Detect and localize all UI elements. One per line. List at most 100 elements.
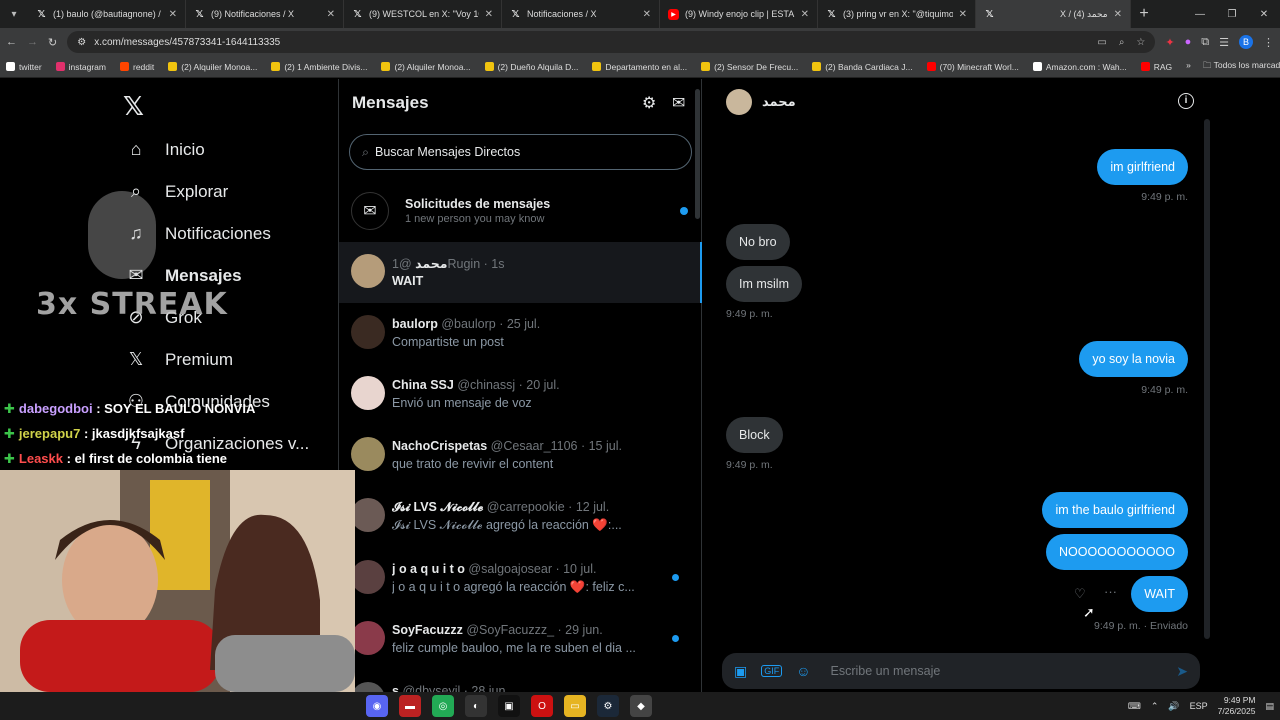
gif-icon[interactable]: GIF <box>761 665 783 677</box>
app-icon[interactable]: ◆ <box>630 695 652 717</box>
maximize-icon[interactable]: ❐ <box>1216 0 1248 28</box>
conversation-item[interactable]: j o a q u i t o @salgoajosear · 10 jul. j… <box>339 548 702 609</box>
opera-icon[interactable]: O <box>531 695 553 717</box>
steam-icon[interactable]: ⚙ <box>597 695 619 717</box>
new-tab-button[interactable]: + <box>1131 5 1157 23</box>
star-icon[interactable]: ☆ <box>1136 37 1145 48</box>
message-bubble[interactable]: Im msilm <box>726 266 802 302</box>
capcut-icon[interactable]: ▣ <box>498 695 520 717</box>
bookmark-item[interactable]: twitter <box>6 62 42 72</box>
conversation-item[interactable]: محمد @1Rugin · 1s WAIT <box>339 242 702 303</box>
bookmark-item[interactable]: reddit <box>120 62 154 72</box>
browser-tab[interactable]: 𝕏(9) WESTCOL en X: "Voy 100Mil✕ <box>344 0 502 28</box>
close-icon[interactable]: ✕ <box>643 9 651 20</box>
zoom-icon[interactable]: ⌕ <box>1119 37 1125 48</box>
conversation-item[interactable]: 𝓘𝓼𝓲 LVS 𝓝𝓲𝓬𝓸𝓵𝓵𝓮 @carrepookie · 12 jul. 𝓘𝓼… <box>339 486 702 547</box>
nav-item-premium[interactable]: 𝕏 Premium <box>125 349 233 370</box>
bookmark-item[interactable]: RAG <box>1140 62 1172 72</box>
close-icon[interactable]: ✕ <box>485 9 493 20</box>
chrome-icon[interactable]: ◎ <box>432 695 454 717</box>
emoji-icon[interactable]: ☺ <box>796 663 810 679</box>
forward-icon[interactable]: → <box>27 36 38 48</box>
address-bar[interactable]: ⚙ x.com/messages/457873341-1644113335 ▭ … <box>67 31 1156 53</box>
browser-tab[interactable]: 𝕏(3) pring vr en X: "@tiquimoren✕ <box>818 0 976 28</box>
x-logo-icon: 𝕏 <box>195 8 204 20</box>
info-icon[interactable]: i <box>1178 93 1194 109</box>
message-bubble[interactable]: Block <box>726 417 783 453</box>
bookmark-item[interactable]: (2) Alquiler Monoa... <box>381 62 471 72</box>
file-explorer-icon[interactable]: ▭ <box>564 695 586 717</box>
scrollbar[interactable] <box>695 89 700 219</box>
keyboard-icon[interactable]: ⌨ <box>1128 701 1141 712</box>
browser-tab[interactable]: 𝕏 (1) baulo (@bautiagnone) / X ✕ <box>28 0 186 28</box>
bookmark-item[interactable]: Amazon.com : Wah... <box>1032 62 1127 72</box>
close-icon[interactable]: ✕ <box>169 9 177 20</box>
extension-icon[interactable]: ● <box>1185 36 1192 48</box>
gear-icon[interactable]: ⚙ <box>642 93 656 113</box>
conversation-item[interactable]: baulorp @baulorp · 25 jul. Compartiste un… <box>339 303 702 364</box>
stream-chat-overlay: ✚ dabegodboi : SOY EL BAULO NONVIA ✚ jerep… <box>0 398 340 473</box>
close-window-icon[interactable]: ✕ <box>1248 0 1280 28</box>
nav-item-home[interactable]: ⌂ Inicio <box>125 139 205 160</box>
sidebar-icon[interactable]: ☰ <box>1219 36 1229 49</box>
scrollbar[interactable] <box>1204 119 1210 639</box>
message-bubble[interactable]: No bro <box>726 224 790 260</box>
send-icon[interactable]: ➤ <box>1176 663 1188 680</box>
all-bookmarks-folder[interactable]: 🗀 Todos los marcadores <box>1203 60 1280 74</box>
conversation-item[interactable]: SoyFacuzzz @SoyFacuzzz_ · 29 jun. feliz c… <box>339 609 702 670</box>
obs-icon[interactable]: ◐ <box>465 695 487 717</box>
minimize-icon[interactable]: — <box>1184 0 1216 28</box>
browser-tab[interactable]: 𝕏 (9) Notificaciones / X ✕ <box>186 0 344 28</box>
bookmark-item[interactable]: instagram <box>55 62 106 72</box>
conversation-item[interactable]: China SSJ @chinassj · 20 jul. Envió un me… <box>339 364 702 425</box>
search-input[interactable]: ⌕ Buscar Mensajes Directos <box>349 134 692 170</box>
image-icon[interactable]: ▣ <box>734 663 747 680</box>
x-logo-icon[interactable]: 𝕏 <box>123 91 144 122</box>
bookmark-item[interactable]: (70) Minecraft Worl... <box>926 62 1019 72</box>
reload-icon[interactable]: ↻ <box>48 36 57 49</box>
message-bubble[interactable]: im the baulo girlfriend <box>1042 492 1188 528</box>
conversation-preview: Envió un mensaje de voz <box>392 396 532 410</box>
bookmark-item[interactable]: (2) Alquiler Monoa... <box>168 62 257 72</box>
add-reaction-icon[interactable]: ♡ <box>1074 586 1086 602</box>
new-message-icon[interactable]: ✉ <box>672 93 685 113</box>
conversation-item[interactable]: NachoCrispetas @Cesaar_1106 · 15 jul. que… <box>339 425 702 486</box>
site-info-icon[interactable]: ⚙ <box>77 37 86 48</box>
message-requests[interactable]: ✉ Solicitudes de mensajes 1 new person y… <box>339 182 702 240</box>
profile-avatar[interactable]: B <box>1239 35 1253 49</box>
message-bubble[interactable]: WAIT <box>1131 576 1188 612</box>
browser-tab[interactable]: 𝕏 Notificaciones / X ✕ <box>502 0 660 28</box>
menu-icon[interactable]: ⋮ <box>1263 36 1274 49</box>
voicemeeter-icon[interactable]: ▬ <box>399 695 421 717</box>
browser-tab-active[interactable]: 𝕏X / محمد (4) ✕ <box>976 0 1131 28</box>
bookmark-item[interactable]: (2) Dueño Alquila D... <box>484 62 578 72</box>
discord-icon[interactable]: ◉ <box>366 695 388 717</box>
language-indicator[interactable]: ESP <box>1190 701 1208 711</box>
tab-search-icon[interactable]: ▾ <box>0 0 28 28</box>
bookmark-item[interactable]: Departamento en al... <box>592 62 687 72</box>
cast-icon[interactable]: ▭ <box>1097 37 1106 48</box>
more-bookmarks-icon[interactable]: » <box>1186 60 1191 74</box>
notifications-icon[interactable]: ▤ <box>1265 701 1274 712</box>
close-icon[interactable]: ✕ <box>801 9 809 20</box>
message-bubble[interactable]: yo soy la novia <box>1079 341 1188 377</box>
message-bubble[interactable]: NOOOOOOOOOOO <box>1046 534 1188 570</box>
more-options-icon[interactable]: ··· <box>1104 584 1117 599</box>
extension-icon[interactable]: ✦ <box>1165 36 1174 49</box>
close-icon[interactable]: ✕ <box>959 9 967 20</box>
browser-tab[interactable]: ▶(9) Windy enojo clip | ESTAN JU✕ <box>660 0 818 28</box>
back-icon[interactable]: ← <box>6 36 17 48</box>
message-input[interactable]: Escribe un mensaje <box>831 664 1163 678</box>
bookmark-item[interactable]: (2) Sensor De Frecu... <box>701 62 798 72</box>
message-bubble[interactable]: im girlfriend <box>1097 149 1188 185</box>
message-timestamp: 9:49 p. m. <box>726 459 773 471</box>
close-icon[interactable]: ✕ <box>1114 9 1122 20</box>
conversation-header[interactable]: محمد <box>726 89 796 115</box>
close-icon[interactable]: ✕ <box>327 9 335 20</box>
chevron-up-icon[interactable]: ⌃ <box>1151 701 1159 712</box>
volume-icon[interactable]: 🔊 <box>1168 701 1179 712</box>
puzzle-icon[interactable]: ⧉ <box>1201 36 1209 49</box>
clock[interactable]: 9:49 PM 7/26/2025 <box>1218 695 1256 717</box>
bookmark-item[interactable]: (2) 1 Ambiente Divis... <box>271 62 367 72</box>
bookmark-item[interactable]: (2) Banda Cardiaca J... <box>812 62 913 72</box>
